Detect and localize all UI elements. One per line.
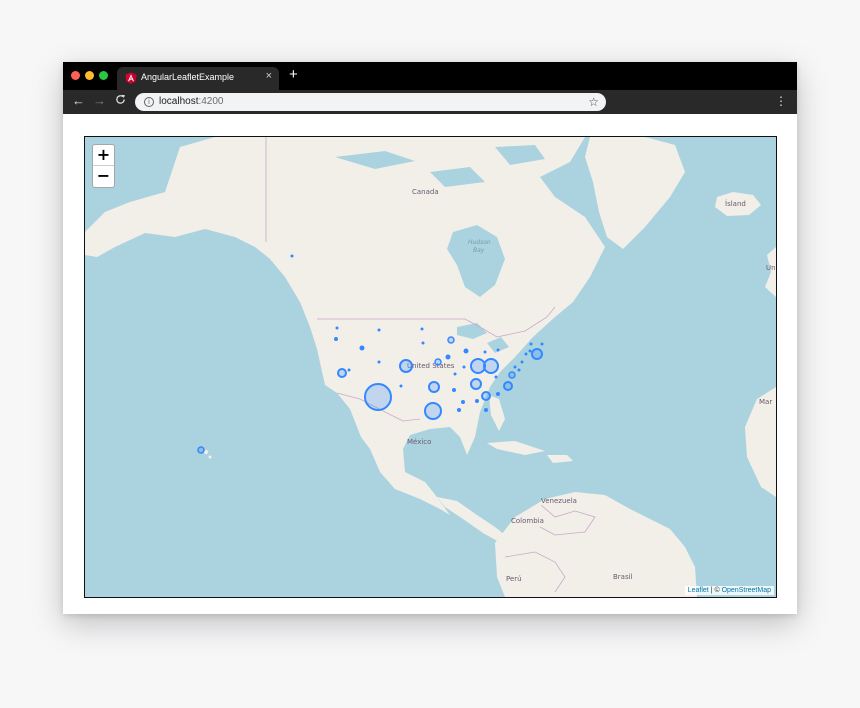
label-canada: Canada xyxy=(412,188,439,196)
label-colombia: Colombia xyxy=(511,517,544,525)
map-marker[interactable] xyxy=(520,360,524,364)
label-peru: Perú xyxy=(506,575,522,583)
map-marker[interactable] xyxy=(197,446,205,454)
browser-toolbar: ← → i localhost:4200 ☆ ⋮ xyxy=(63,90,797,114)
map-marker[interactable] xyxy=(529,342,533,346)
tab-angular-leaflet[interactable]: AngularLeafletExample × xyxy=(117,67,279,90)
map-marker[interactable] xyxy=(483,358,499,374)
label-mar: Mar xyxy=(759,398,772,406)
map-marker[interactable] xyxy=(453,372,457,376)
maximize-window-button[interactable] xyxy=(99,71,108,80)
map-marker[interactable] xyxy=(447,336,455,344)
back-arrow-icon[interactable]: ← xyxy=(72,93,85,109)
map-marker[interactable] xyxy=(494,375,498,379)
map-marker[interactable] xyxy=(475,399,479,403)
map-marker[interactable] xyxy=(484,408,488,412)
zoom-in-button[interactable]: + xyxy=(93,145,114,166)
map-marker[interactable] xyxy=(424,402,442,420)
hawaii-land xyxy=(208,455,212,459)
label-mexico: México xyxy=(407,438,431,446)
info-icon[interactable]: i xyxy=(144,97,154,107)
map-marker[interactable] xyxy=(470,358,486,374)
map-marker[interactable] xyxy=(463,348,469,354)
map-marker[interactable] xyxy=(457,408,461,412)
forward-arrow-icon[interactable]: → xyxy=(93,93,106,109)
map-marker[interactable] xyxy=(496,392,500,396)
map-marker[interactable] xyxy=(517,368,521,372)
map-marker[interactable] xyxy=(540,342,544,346)
tab-bar: AngularLeafletExample × + xyxy=(63,62,797,90)
map-marker[interactable] xyxy=(508,371,516,379)
map-marker[interactable] xyxy=(452,388,456,392)
label-hudson: Hudson xyxy=(468,239,491,246)
leaflet-map[interactable]: Canada Hudson Bay United States México V… xyxy=(84,136,777,598)
map-marker[interactable] xyxy=(347,368,351,372)
close-window-button[interactable] xyxy=(71,71,80,80)
star-icon[interactable]: ☆ xyxy=(588,94,599,110)
url-port: :4200 xyxy=(198,96,224,107)
map-marker[interactable] xyxy=(528,349,532,353)
map-marker[interactable] xyxy=(337,368,347,378)
browser-window: AngularLeafletExample × + ← → i localhos… xyxy=(63,62,797,614)
map-marker[interactable] xyxy=(513,365,517,369)
map-marker[interactable] xyxy=(461,400,465,404)
minimize-window-button[interactable] xyxy=(85,71,94,80)
zoom-control: + − xyxy=(92,144,115,188)
map-marker[interactable] xyxy=(377,360,381,364)
map-marker[interactable] xyxy=(483,350,487,354)
openstreetmap-link[interactable]: OpenStreetMap xyxy=(722,587,771,594)
map-marker[interactable] xyxy=(334,337,338,341)
new-tab-button[interactable]: + xyxy=(289,67,298,83)
map-marker[interactable] xyxy=(428,381,440,393)
map-marker[interactable] xyxy=(462,365,466,369)
label-united-states: United States xyxy=(407,362,455,370)
angular-favicon-icon xyxy=(125,72,137,84)
label-brasil: Brasil xyxy=(613,573,633,581)
map-marker[interactable] xyxy=(531,348,543,360)
map-marker[interactable] xyxy=(399,384,403,388)
map-marker[interactable] xyxy=(421,341,425,345)
map-marker[interactable] xyxy=(434,358,442,366)
map-marker[interactable] xyxy=(496,348,500,352)
map-marker[interactable] xyxy=(503,381,513,391)
url-text: localhost:4200 xyxy=(159,96,224,107)
map-attribution: Leaflet | © OpenStreetMap xyxy=(684,586,774,595)
map-marker[interactable] xyxy=(524,352,528,356)
reload-icon[interactable] xyxy=(115,94,126,105)
map-marker[interactable] xyxy=(359,345,365,351)
label-un: Un xyxy=(766,264,776,272)
label-bay: Bay xyxy=(473,247,485,254)
page-content: Canada Hudson Bay United States México V… xyxy=(63,114,797,614)
map-marker[interactable] xyxy=(399,359,413,373)
map-marker[interactable] xyxy=(470,378,482,390)
menu-dots-icon[interactable]: ⋮ xyxy=(775,94,787,108)
close-icon[interactable]: × xyxy=(266,70,272,82)
map-marker[interactable] xyxy=(481,391,491,401)
map-marker[interactable] xyxy=(335,326,339,330)
address-bar[interactable]: i localhost:4200 ☆ xyxy=(135,93,606,111)
label-island: Ísland xyxy=(725,199,746,208)
zoom-out-button[interactable]: − xyxy=(93,166,114,187)
tab-title: AngularLeafletExample xyxy=(141,72,235,82)
label-venezuela: Venezuela xyxy=(541,497,577,505)
map-marker[interactable] xyxy=(364,383,392,411)
attribution-separator: | © xyxy=(708,587,722,594)
map-marker[interactable] xyxy=(445,354,451,360)
leaflet-link[interactable]: Leaflet xyxy=(688,587,709,594)
map-marker[interactable] xyxy=(290,254,294,258)
map-marker[interactable] xyxy=(377,328,381,332)
map-marker[interactable] xyxy=(420,327,424,331)
url-host: localhost xyxy=(159,96,199,107)
map-tiles: Canada Hudson Bay United States México V… xyxy=(85,137,776,597)
